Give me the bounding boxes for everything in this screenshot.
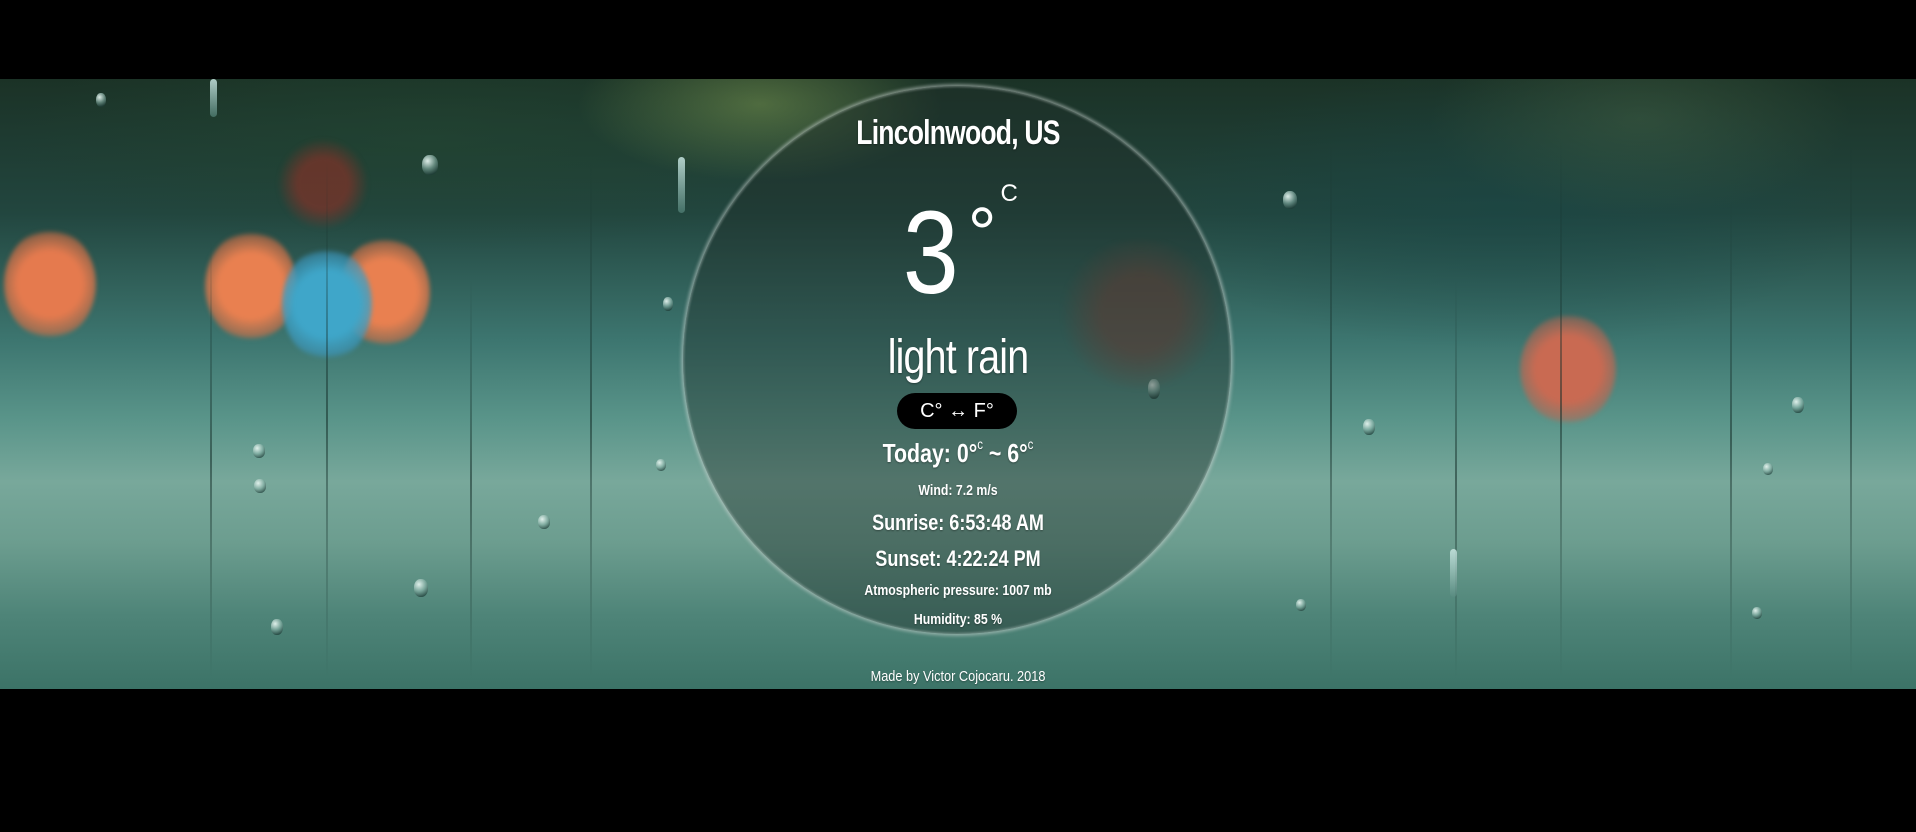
raindrop (1752, 607, 1762, 619)
wind-speed: Wind: 7.2 m/s (918, 482, 998, 499)
app-page: Lincolnwood, US 3 °C light rain C° ↔ F° T… (0, 0, 1916, 832)
raindrop (422, 155, 438, 175)
today-low-unit: c (977, 436, 983, 453)
today-low: 0° (956, 438, 978, 468)
today-range: Today: 0°c ~ 6°c (172, 436, 1743, 469)
today-separator: ~ (988, 438, 1002, 468)
raindrop (96, 93, 106, 107)
raindrop (1763, 463, 1773, 475)
raindrop (210, 79, 217, 117)
humidity: Humidity: 85 % (913, 611, 1003, 628)
current-temperature: 3 °C (0, 182, 1916, 319)
weather-description: light rain (887, 331, 1029, 384)
temperature-unit: C (1000, 180, 1018, 207)
raindrop (1792, 397, 1804, 413)
location-title: Lincolnwood, US (856, 114, 1060, 152)
sunset-time: Sunset: 4:22:24 PM (875, 546, 1041, 571)
raindrop (1363, 419, 1375, 435)
today-high: 6° (1007, 438, 1028, 468)
degree-symbol: ° (967, 194, 997, 274)
unit-toggle-button[interactable]: C° ↔ F° (897, 393, 1017, 429)
sunrise-time: Sunrise: 6:53:48 AM (872, 510, 1044, 535)
atmospheric-pressure: Atmospheric pressure: 1007 mb (864, 582, 1052, 599)
today-high-unit: c (1027, 436, 1034, 453)
today-label: Today: (882, 438, 951, 468)
footer-credit: Made by Victor Cojocaru. 2018 (870, 668, 1046, 685)
temperature-value: 3 (903, 187, 959, 319)
raindrop (1296, 599, 1306, 611)
